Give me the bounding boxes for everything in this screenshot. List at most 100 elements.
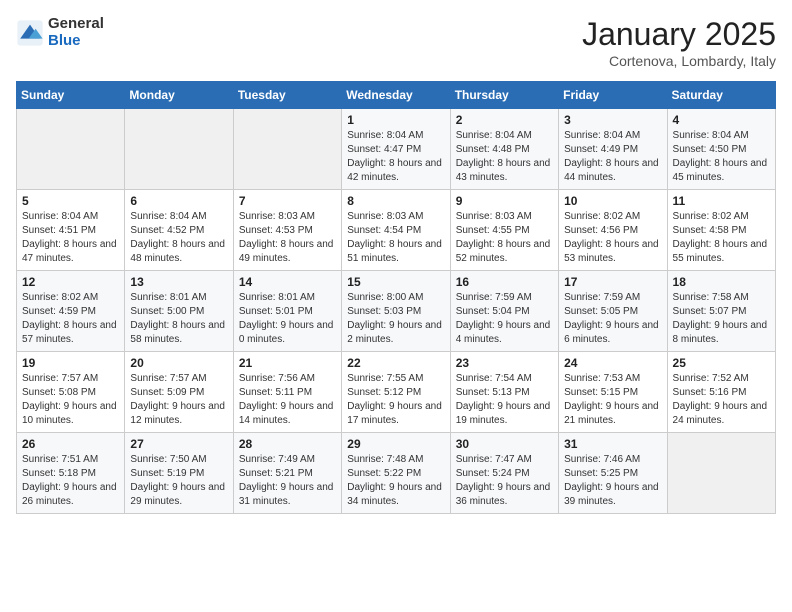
day-info: Sunrise: 7:50 AM Sunset: 5:19 PM Dayligh… <box>130 453 227 509</box>
location-title: Cortenova, Lombardy, Italy <box>582 53 776 69</box>
day-number: 14 <box>239 275 336 289</box>
day-info: Sunrise: 8:02 AM Sunset: 4:56 PM Dayligh… <box>564 210 661 266</box>
day-info: Sunrise: 7:59 AM Sunset: 5:05 PM Dayligh… <box>564 291 661 347</box>
day-number: 15 <box>347 275 444 289</box>
calendar-day-cell: 2 Sunrise: 8:04 AM Sunset: 4:48 PM Daylig… <box>450 109 558 190</box>
day-number: 6 <box>130 194 227 208</box>
logo-general-text: General <box>48 16 104 33</box>
calendar-day-cell: 31 Sunrise: 7:46 AM Sunset: 5:25 PM Dayli… <box>559 433 667 514</box>
calendar-day-cell: 29 Sunrise: 7:48 AM Sunset: 5:22 PM Dayli… <box>342 433 450 514</box>
logo-icon <box>16 19 44 47</box>
day-info: Sunrise: 7:53 AM Sunset: 5:15 PM Dayligh… <box>564 372 661 428</box>
day-info: Sunrise: 7:56 AM Sunset: 5:11 PM Dayligh… <box>239 372 336 428</box>
day-number: 28 <box>239 437 336 451</box>
day-number: 16 <box>456 275 553 289</box>
calendar-day-cell: 17Sunrise: 7:59 AM Sunset: 5:05 PM Dayli… <box>559 271 667 352</box>
day-info: Sunrise: 8:04 AM Sunset: 4:52 PM Dayligh… <box>130 210 227 266</box>
day-number: 23 <box>456 356 553 370</box>
calendar-week-row: 12Sunrise: 8:02 AM Sunset: 4:59 PM Dayli… <box>17 271 776 352</box>
day-info: Sunrise: 8:02 AM Sunset: 4:58 PM Dayligh… <box>673 210 770 266</box>
day-number: 9 <box>456 194 553 208</box>
weekday-header: Wednesday <box>342 82 450 109</box>
weekday-header: Monday <box>125 82 233 109</box>
day-info: Sunrise: 7:54 AM Sunset: 5:13 PM Dayligh… <box>456 372 553 428</box>
calendar-week-row: 19Sunrise: 7:57 AM Sunset: 5:08 PM Dayli… <box>17 352 776 433</box>
calendar-day-cell: 1Sunrise: 8:04 AM Sunset: 4:47 PM Daylig… <box>342 109 450 190</box>
calendar-day-cell: 19Sunrise: 7:57 AM Sunset: 5:08 PM Dayli… <box>17 352 125 433</box>
day-info: Sunrise: 7:52 AM Sunset: 5:16 PM Dayligh… <box>673 372 770 428</box>
calendar-day-cell: 24 Sunrise: 7:53 AM Sunset: 5:15 PM Dayli… <box>559 352 667 433</box>
weekday-header: Thursday <box>450 82 558 109</box>
calendar-day-cell <box>125 109 233 190</box>
day-number: 7 <box>239 194 336 208</box>
day-number: 19 <box>22 356 119 370</box>
day-number: 26 <box>22 437 119 451</box>
calendar-day-cell <box>233 109 341 190</box>
day-info: Sunrise: 8:01 AM Sunset: 5:01 PM Dayligh… <box>239 291 336 347</box>
day-info: Sunrise: 7:48 AM Sunset: 5:22 PM Dayligh… <box>347 453 444 509</box>
day-number: 18 <box>673 275 770 289</box>
day-info: Sunrise: 7:57 AM Sunset: 5:09 PM Dayligh… <box>130 372 227 428</box>
calendar-day-cell: 18 Sunrise: 7:58 AM Sunset: 5:07 PM Dayli… <box>667 271 775 352</box>
calendar-day-cell: 20Sunrise: 7:57 AM Sunset: 5:09 PM Dayli… <box>125 352 233 433</box>
title-block: January 2025 Cortenova, Lombardy, Italy <box>582 16 776 69</box>
calendar-week-row: 1Sunrise: 8:04 AM Sunset: 4:47 PM Daylig… <box>17 109 776 190</box>
weekday-header: Tuesday <box>233 82 341 109</box>
day-info: Sunrise: 7:47 AM Sunset: 5:24 PM Dayligh… <box>456 453 553 509</box>
calendar-body: 1Sunrise: 8:04 AM Sunset: 4:47 PM Daylig… <box>17 109 776 514</box>
day-info: Sunrise: 8:00 AM Sunset: 5:03 PM Dayligh… <box>347 291 444 347</box>
calendar-day-cell: 16 Sunrise: 7:59 AM Sunset: 5:04 PM Dayli… <box>450 271 558 352</box>
day-info: Sunrise: 7:51 AM Sunset: 5:18 PM Dayligh… <box>22 453 119 509</box>
day-number: 4 <box>673 113 770 127</box>
calendar-table: SundayMondayTuesdayWednesdayThursdayFrid… <box>16 81 776 514</box>
day-number: 27 <box>130 437 227 451</box>
day-info: Sunrise: 7:49 AM Sunset: 5:21 PM Dayligh… <box>239 453 336 509</box>
day-info: Sunrise: 8:04 AM Sunset: 4:49 PM Dayligh… <box>564 129 661 185</box>
day-number: 3 <box>564 113 661 127</box>
day-info: Sunrise: 7:55 AM Sunset: 5:12 PM Dayligh… <box>347 372 444 428</box>
day-info: Sunrise: 7:58 AM Sunset: 5:07 PM Dayligh… <box>673 291 770 347</box>
day-number: 12 <box>22 275 119 289</box>
day-number: 30 <box>456 437 553 451</box>
calendar-week-row: 26 Sunrise: 7:51 AM Sunset: 5:18 PM Dayli… <box>17 433 776 514</box>
day-info: Sunrise: 8:04 AM Sunset: 4:48 PM Dayligh… <box>456 129 553 185</box>
day-info: Sunrise: 7:59 AM Sunset: 5:04 PM Dayligh… <box>456 291 553 347</box>
day-number: 1 <box>347 113 444 127</box>
calendar-day-cell: 26 Sunrise: 7:51 AM Sunset: 5:18 PM Dayli… <box>17 433 125 514</box>
day-number: 11 <box>673 194 770 208</box>
logo-blue-text: Blue <box>48 33 104 50</box>
day-number: 10 <box>564 194 661 208</box>
day-info: Sunrise: 8:03 AM Sunset: 4:54 PM Dayligh… <box>347 210 444 266</box>
day-number: 13 <box>130 275 227 289</box>
calendar-week-row: 5Sunrise: 8:04 AM Sunset: 4:51 PM Daylig… <box>17 190 776 271</box>
day-info: Sunrise: 7:46 AM Sunset: 5:25 PM Dayligh… <box>564 453 661 509</box>
day-number: 2 <box>456 113 553 127</box>
calendar-day-cell: 3 Sunrise: 8:04 AM Sunset: 4:49 PM Daylig… <box>559 109 667 190</box>
calendar-day-cell <box>17 109 125 190</box>
calendar-day-cell: 27 Sunrise: 7:50 AM Sunset: 5:19 PM Dayli… <box>125 433 233 514</box>
calendar-day-cell: 23 Sunrise: 7:54 AM Sunset: 5:13 PM Dayli… <box>450 352 558 433</box>
calendar-day-cell <box>667 433 775 514</box>
calendar-day-cell: 9 Sunrise: 8:03 AM Sunset: 4:55 PM Daylig… <box>450 190 558 271</box>
calendar-day-cell: 25Sunrise: 7:52 AM Sunset: 5:16 PM Dayli… <box>667 352 775 433</box>
calendar-day-cell: 22Sunrise: 7:55 AM Sunset: 5:12 PM Dayli… <box>342 352 450 433</box>
calendar-day-cell: 13 Sunrise: 8:01 AM Sunset: 5:00 PM Dayli… <box>125 271 233 352</box>
day-number: 21 <box>239 356 336 370</box>
calendar-day-cell: 15 Sunrise: 8:00 AM Sunset: 5:03 PM Dayli… <box>342 271 450 352</box>
calendar-day-cell: 10 Sunrise: 8:02 AM Sunset: 4:56 PM Dayli… <box>559 190 667 271</box>
month-title: January 2025 <box>582 16 776 53</box>
calendar-day-cell: 21 Sunrise: 7:56 AM Sunset: 5:11 PM Dayli… <box>233 352 341 433</box>
calendar-day-cell: 12Sunrise: 8:02 AM Sunset: 4:59 PM Dayli… <box>17 271 125 352</box>
day-number: 31 <box>564 437 661 451</box>
day-number: 24 <box>564 356 661 370</box>
day-info: Sunrise: 8:04 AM Sunset: 4:51 PM Dayligh… <box>22 210 119 266</box>
weekday-header: Sunday <box>17 82 125 109</box>
day-number: 29 <box>347 437 444 451</box>
weekday-header: Friday <box>559 82 667 109</box>
calendar-day-cell: 30 Sunrise: 7:47 AM Sunset: 5:24 PM Dayli… <box>450 433 558 514</box>
day-info: Sunrise: 8:01 AM Sunset: 5:00 PM Dayligh… <box>130 291 227 347</box>
calendar-day-cell: 6 Sunrise: 8:04 AM Sunset: 4:52 PM Daylig… <box>125 190 233 271</box>
day-info: Sunrise: 8:03 AM Sunset: 4:53 PM Dayligh… <box>239 210 336 266</box>
day-info: Sunrise: 8:03 AM Sunset: 4:55 PM Dayligh… <box>456 210 553 266</box>
logo-text: General Blue <box>48 16 104 49</box>
